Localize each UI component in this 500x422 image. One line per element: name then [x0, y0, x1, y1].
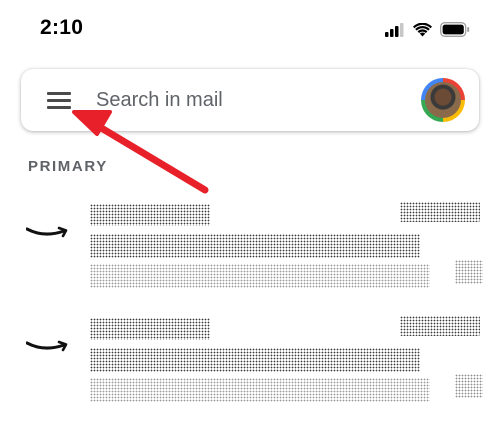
status-time: 2:10 [40, 16, 84, 39]
amazon-logo-icon [26, 226, 68, 238]
status-bar: 2:10 [0, 0, 500, 60]
status-icons [385, 22, 470, 37]
hamburger-menu-icon[interactable] [45, 89, 73, 111]
redacted-subject [90, 348, 420, 372]
redacted-date [400, 202, 480, 222]
redacted-star [455, 260, 483, 284]
search-bar[interactable]: Search in mail [21, 69, 479, 131]
account-avatar[interactable] [421, 78, 465, 122]
redacted-sender [90, 318, 210, 340]
redacted-star [455, 374, 483, 398]
redacted-snippet [90, 264, 430, 288]
redacted-date [400, 316, 480, 336]
battery-icon [440, 22, 470, 37]
redacted-snippet [90, 378, 430, 402]
avatar-photo [425, 82, 461, 118]
mail-list-item[interactable] [0, 312, 500, 412]
search-input[interactable]: Search in mail [96, 89, 223, 112]
redacted-subject [90, 234, 420, 258]
mail-list-item[interactable] [0, 198, 500, 298]
section-label-primary: PRIMARY [28, 158, 108, 175]
wifi-icon [413, 22, 432, 36]
redacted-sender [90, 204, 210, 226]
amazon-logo-icon [26, 340, 68, 352]
cellular-signal-icon [385, 22, 404, 37]
